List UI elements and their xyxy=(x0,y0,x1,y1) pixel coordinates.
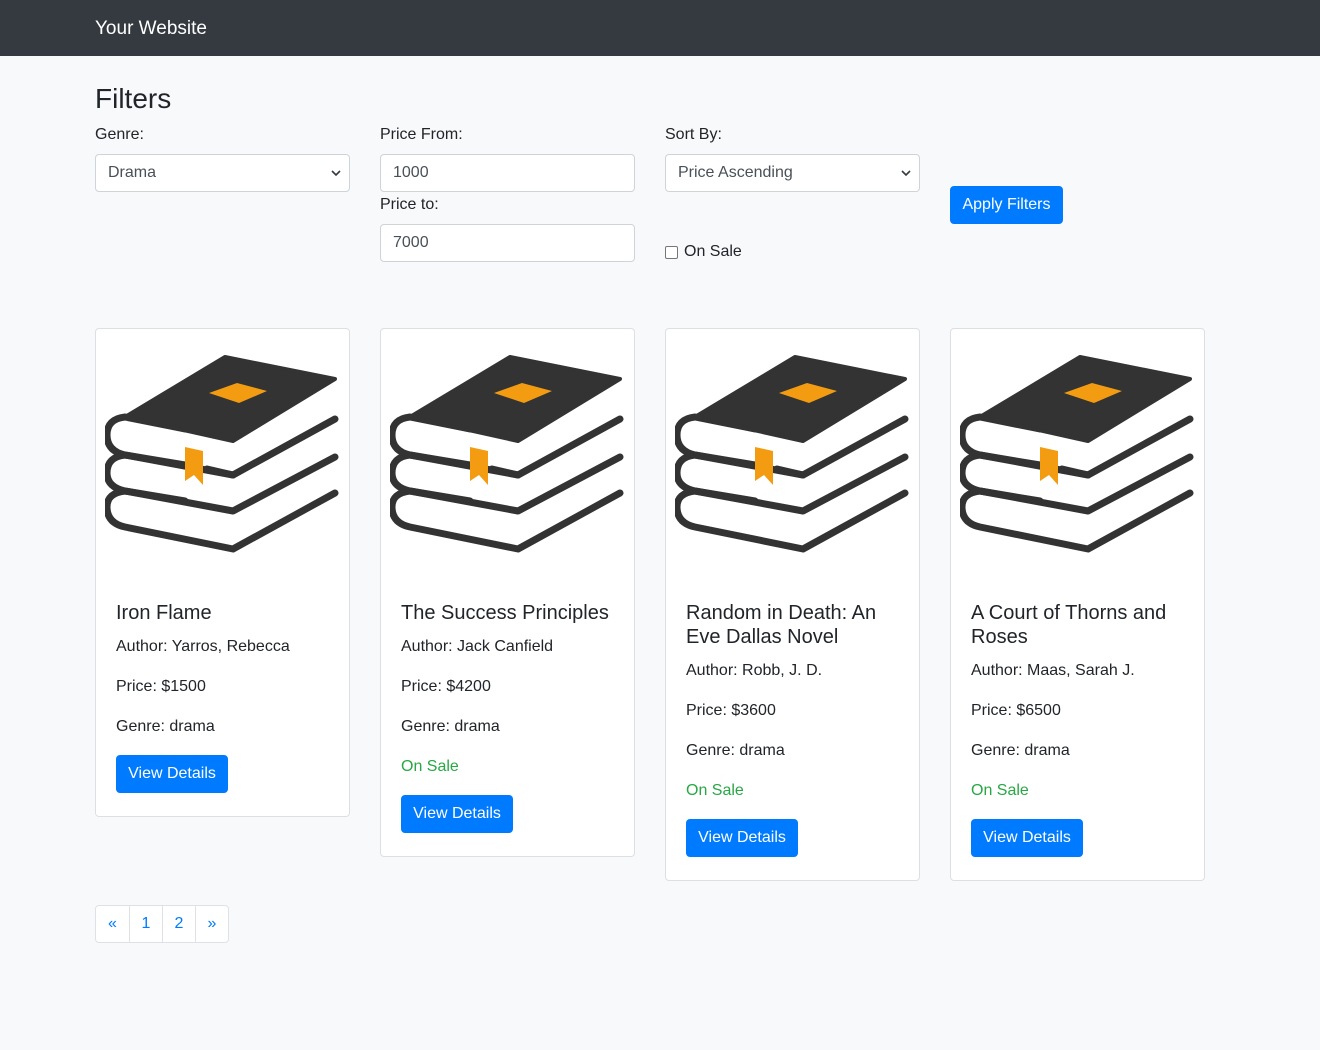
book-genre: Genre: drama xyxy=(116,718,215,735)
book-author: Author: Maas, Sarah J. xyxy=(971,662,1135,679)
pagination: « 1 2 » xyxy=(95,905,229,943)
chevron-down-icon xyxy=(901,155,911,191)
on-sale-badge: On Sale xyxy=(971,782,1029,799)
top-navbar: Your Website xyxy=(0,0,1320,56)
book-genre: Genre: drama xyxy=(971,742,1070,759)
pagination-prev[interactable]: « xyxy=(96,906,130,942)
book-card: The Success Principles Author: Jack Canf… xyxy=(380,328,635,857)
price-to-value: 7000 xyxy=(393,234,429,251)
sort-by-select[interactable]: Price Ascending xyxy=(665,154,920,192)
price-to-input[interactable]: 7000 xyxy=(380,224,635,262)
filters-heading: Filters xyxy=(95,83,172,114)
view-details-button[interactable]: View Details xyxy=(971,819,1083,857)
book-price: Price: $6500 xyxy=(971,702,1061,719)
book-price: Price: $1500 xyxy=(116,678,206,695)
on-sale-badge: On Sale xyxy=(401,758,459,775)
apply-filters-button[interactable]: Apply Filters xyxy=(950,186,1063,224)
on-sale-checkbox-label: On Sale xyxy=(684,243,742,260)
book-author: Author: Yarros, Rebecca xyxy=(116,638,290,655)
price-to-label: Price to: xyxy=(380,196,439,213)
book-price: Price: $3600 xyxy=(686,702,776,719)
book-title: Random in Death: An Eve Dallas Novel xyxy=(686,602,877,648)
sort-by-select-value: Price Ascending xyxy=(678,164,793,181)
book-genre: Genre: drama xyxy=(686,742,785,759)
on-sale-badge: On Sale xyxy=(686,782,744,799)
book-author: Author: Jack Canfield xyxy=(401,638,554,655)
price-from-value: 1000 xyxy=(393,164,429,181)
on-sale-checkbox-row[interactable]: On Sale xyxy=(665,243,742,261)
chevron-down-icon xyxy=(331,155,341,191)
genre-select-value: Drama xyxy=(108,164,157,181)
book-stack-icon xyxy=(958,355,1196,555)
pagination-next[interactable]: » xyxy=(196,906,228,942)
pagination-page-1[interactable]: 1 xyxy=(130,906,163,942)
price-from-input[interactable]: 1000 xyxy=(380,154,635,192)
on-sale-checkbox[interactable] xyxy=(665,245,678,259)
book-author: Author: Robb, J. D. xyxy=(686,662,823,679)
view-details-button[interactable]: View Details xyxy=(686,819,798,857)
book-title: Iron Flame xyxy=(116,602,212,624)
book-price: Price: $4200 xyxy=(401,678,491,695)
book-genre: Genre: drama xyxy=(401,718,500,735)
price-from-label: Price From: xyxy=(380,126,463,143)
view-details-button[interactable]: View Details xyxy=(116,755,228,793)
book-card: Random in Death: An Eve Dallas Novel Aut… xyxy=(665,328,920,881)
view-details-button[interactable]: View Details xyxy=(401,795,513,833)
book-card: Iron Flame Author: Yarros, Rebecca Price… xyxy=(95,328,350,817)
pagination-page-2[interactable]: 2 xyxy=(163,906,196,942)
book-title: A Court of Thorns and Roses xyxy=(971,602,1167,648)
book-stack-icon xyxy=(103,355,341,555)
genre-select[interactable]: Drama xyxy=(95,154,350,192)
book-title: The Success Principles xyxy=(401,602,609,624)
book-card: A Court of Thorns and Roses Author: Maas… xyxy=(950,328,1205,881)
site-brand-link[interactable]: Your Website xyxy=(95,17,207,41)
genre-label: Genre: xyxy=(95,126,144,143)
book-stack-icon xyxy=(673,355,911,555)
sort-by-label: Sort By: xyxy=(665,126,722,143)
book-stack-icon xyxy=(388,355,626,555)
